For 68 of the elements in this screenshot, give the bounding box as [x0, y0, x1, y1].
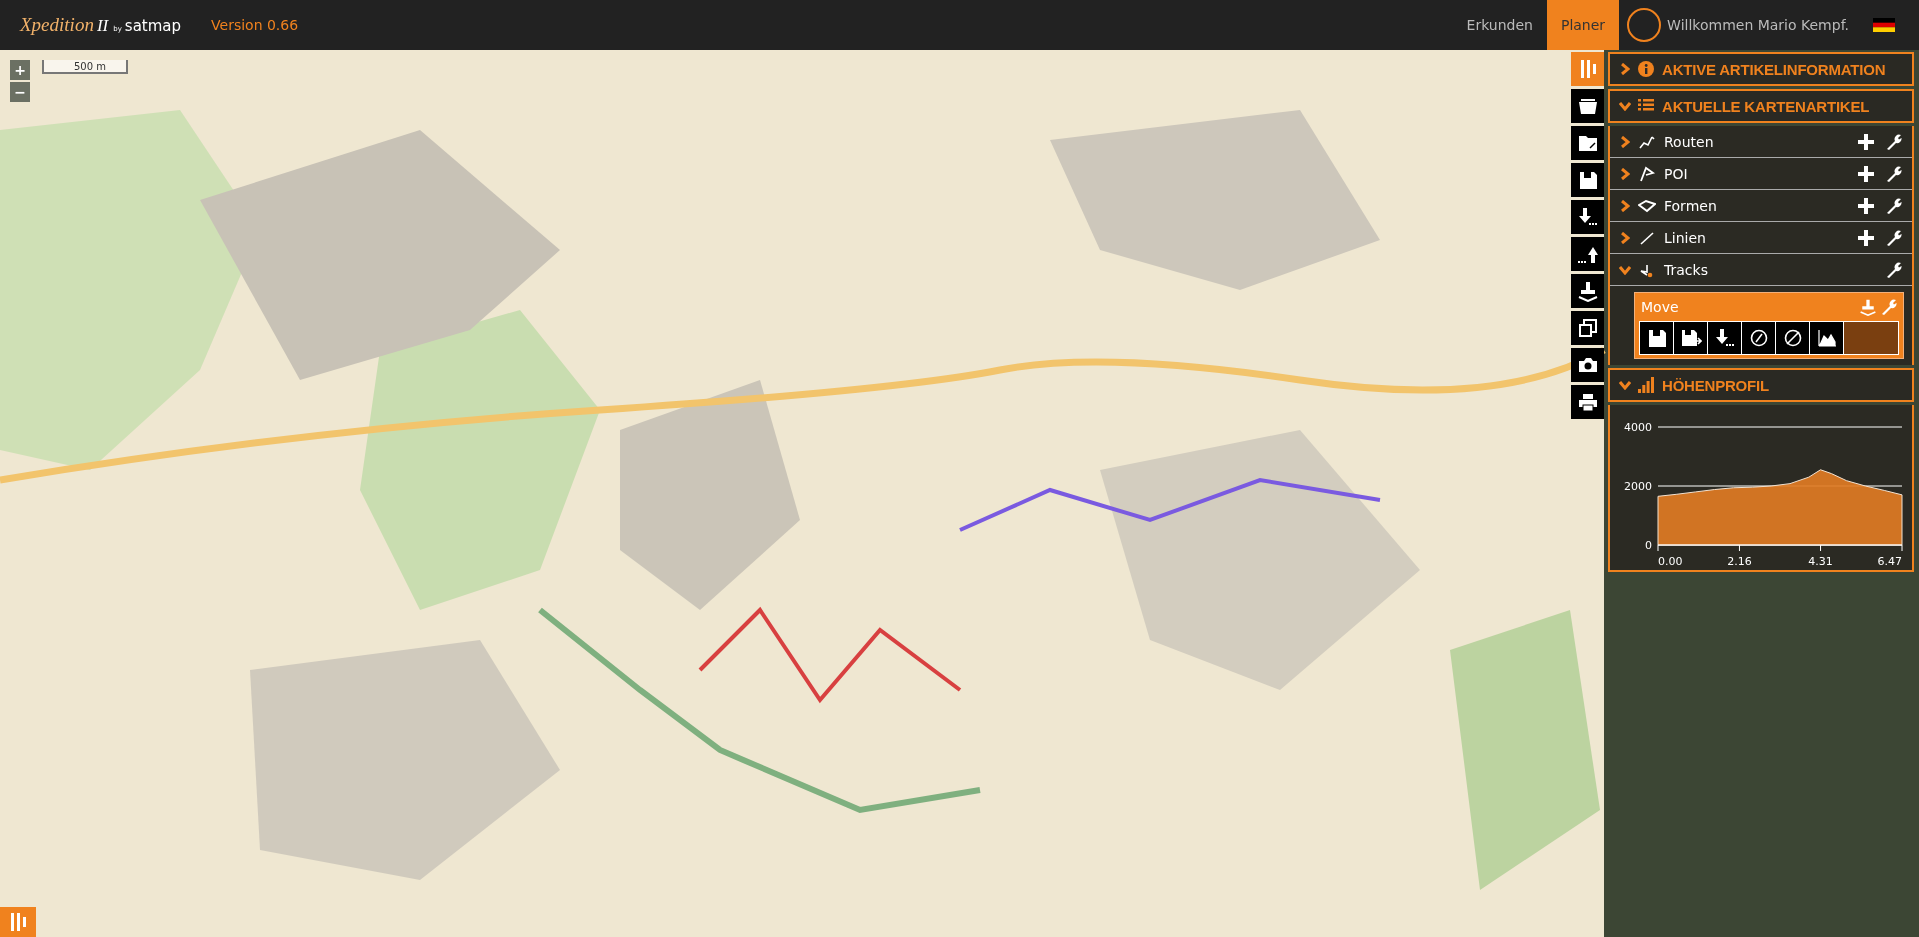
chevron-icon — [1620, 135, 1630, 148]
toolbar-button[interactable] — [1571, 237, 1604, 271]
info-icon — [1638, 61, 1654, 77]
line-icon — [1638, 229, 1656, 246]
section-header[interactable]: HÖHENPROFIL — [1608, 368, 1914, 402]
category-row[interactable]: Tracks — [1610, 254, 1912, 286]
nav-tab[interactable]: Erkunden — [1452, 0, 1547, 50]
chevron-icon — [1619, 264, 1631, 275]
flag-icon[interactable] — [1873, 18, 1895, 32]
signal-bars-icon — [1638, 377, 1654, 393]
axis-label: 6.47 — [1877, 555, 1902, 568]
axis-label: 2.16 — [1727, 555, 1752, 568]
add-icon[interactable] — [1858, 229, 1874, 246]
print-icon — [1576, 391, 1599, 413]
version-label: Version 0.66 — [211, 17, 299, 33]
toolbar-button[interactable] — [1571, 126, 1604, 160]
category-row[interactable]: Linien — [1610, 222, 1912, 254]
list-icon — [1638, 98, 1654, 114]
toolbar-button[interactable] — [1571, 385, 1604, 419]
add-icon[interactable] — [1858, 197, 1874, 214]
axis-label: 0 — [1645, 539, 1652, 552]
chevron-icon — [1620, 199, 1630, 212]
axis-label: 4000 — [1624, 421, 1652, 434]
chevron-icon — [1619, 380, 1631, 390]
wrench-icon[interactable] — [1886, 229, 1902, 246]
chevron-icon — [1620, 63, 1630, 75]
elevation-icon — [1815, 327, 1838, 349]
download-icon — [1576, 206, 1599, 228]
chevron-icon — [1620, 167, 1630, 180]
category-row[interactable]: Formen — [1610, 190, 1912, 222]
stamp-icon[interactable] — [1859, 298, 1877, 316]
category-row[interactable]: POI — [1610, 158, 1912, 190]
welcome-text: Willkommen Mario Kempf. — [1667, 17, 1849, 33]
add-icon[interactable] — [1858, 133, 1874, 150]
avatar-icon[interactable] — [1627, 8, 1662, 42]
stamp-icon — [1576, 280, 1599, 302]
polygon-icon — [1638, 197, 1656, 214]
chevron-icon — [1620, 231, 1630, 244]
download-icon — [1713, 327, 1736, 349]
add-icon[interactable] — [1858, 165, 1874, 182]
nav-tab[interactable]: Planer — [1546, 0, 1620, 50]
axis-label: 4.31 — [1808, 555, 1833, 568]
path-icon — [1638, 133, 1656, 150]
panel-toggle-button[interactable] — [1571, 52, 1604, 86]
copy-icon — [1576, 317, 1599, 339]
flag-icon — [1638, 165, 1656, 182]
toolbar-button[interactable] — [1571, 311, 1604, 345]
axis-label: 0.00 — [1658, 555, 1683, 568]
chevron-icon — [1619, 101, 1631, 111]
toolbar-button[interactable] — [1571, 274, 1604, 308]
axis-label: 2000 — [1624, 480, 1652, 493]
panel-toggle-button[interactable] — [0, 907, 36, 937]
topographic-map-drawing[interactable] — [0, 50, 1919, 937]
scale-bar: 500 m — [42, 60, 128, 74]
wrench-icon[interactable] — [1886, 133, 1902, 150]
section-header[interactable]: AKTIVE ARTIKELINFORMATION — [1608, 52, 1914, 86]
category-row[interactable]: Routen — [1610, 126, 1912, 158]
wrench-icon[interactable] — [1886, 261, 1902, 278]
toolbar-button[interactable] — [1571, 348, 1604, 382]
save-as-icon — [1679, 327, 1702, 349]
toolbar-button[interactable] — [1571, 200, 1604, 234]
wrench-icon[interactable] — [1886, 165, 1902, 182]
zoom-out-button[interactable]: − — [10, 82, 30, 102]
wrench-icon[interactable] — [1886, 197, 1902, 214]
toolbar-button[interactable] — [1571, 163, 1604, 197]
toolbar-button[interactable] — [1571, 89, 1604, 123]
section-header[interactable]: AKTUELLE KARTENARTIKEL — [1608, 89, 1914, 123]
zoom-in-button[interactable]: + — [10, 60, 30, 80]
